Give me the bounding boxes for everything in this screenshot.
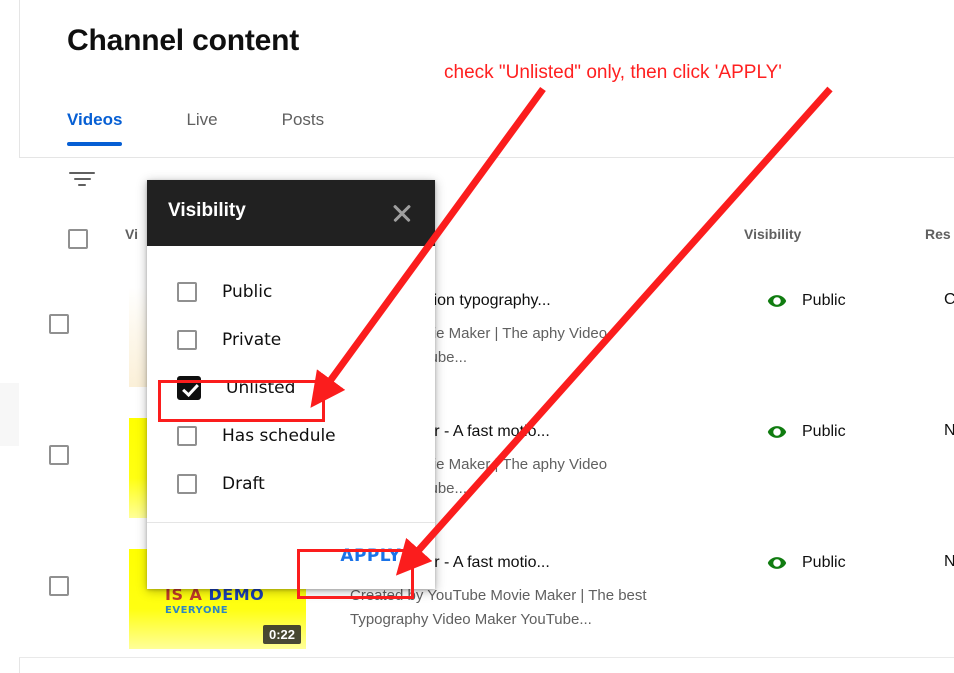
row-visibility-label: Public xyxy=(802,554,846,571)
option-private[interactable]: Private xyxy=(147,316,435,364)
checkbox-private[interactable] xyxy=(177,330,197,350)
dialog-header: Visibility xyxy=(147,180,435,246)
option-label-public: Public xyxy=(222,282,273,302)
row-restrictions-cell: Non xyxy=(944,553,954,570)
video-duration-badge: 0:22 xyxy=(262,625,301,644)
column-header-video[interactable]: Vi xyxy=(125,226,138,242)
column-header-restrictions[interactable]: Res xyxy=(925,226,951,242)
checkbox-draft[interactable] xyxy=(177,474,197,494)
screenshot-root: Channel content Videos Live Posts Vi Vis… xyxy=(0,0,954,673)
option-label-draft: Draft xyxy=(222,474,265,494)
sidebar-highlight xyxy=(0,383,19,446)
row-visibility-label: Public xyxy=(802,292,846,309)
option-public[interactable]: Public xyxy=(147,268,435,316)
dialog-title: Visibility xyxy=(168,200,246,221)
annotation-text: check "Unlisted" only, then click 'APPLY… xyxy=(444,62,782,83)
row-restrictions-cell: Cop xyxy=(944,291,954,308)
thumbnail-text-line2: EVERYONE xyxy=(165,605,229,616)
tab-videos[interactable]: Videos xyxy=(67,110,123,146)
eye-icon xyxy=(767,426,787,438)
eye-icon xyxy=(767,557,787,569)
eye-icon xyxy=(767,295,787,307)
content-tabs: Videos Live Posts xyxy=(67,110,388,146)
row-restrictions-cell: Non xyxy=(944,422,954,439)
select-all-checkbox[interactable] xyxy=(68,229,88,249)
option-draft[interactable]: Draft xyxy=(147,460,435,508)
page-title: Channel content xyxy=(67,24,300,57)
row-checkbox[interactable] xyxy=(49,445,69,465)
option-label-private: Private xyxy=(222,330,282,350)
row-visibility-cell: Public xyxy=(767,422,846,442)
row-visibility-label: Public xyxy=(802,423,846,440)
column-header-visibility[interactable]: Visibility xyxy=(744,226,801,242)
close-icon[interactable] xyxy=(389,200,415,226)
option-label-has-schedule: Has schedule xyxy=(222,426,336,446)
row-visibility-cell: Public xyxy=(767,291,846,311)
filter-icon[interactable] xyxy=(67,172,97,192)
row-checkbox[interactable] xyxy=(49,576,69,596)
annotation-highlight-unlisted xyxy=(158,380,325,422)
left-sidebar-rail xyxy=(0,0,20,673)
row-visibility-cell: Public xyxy=(767,553,846,573)
checkbox-public[interactable] xyxy=(177,282,197,302)
tab-posts[interactable]: Posts xyxy=(282,110,325,146)
annotation-highlight-apply xyxy=(297,549,414,599)
checkbox-has-schedule[interactable] xyxy=(177,426,197,446)
tab-live[interactable]: Live xyxy=(186,110,217,146)
row-checkbox[interactable] xyxy=(49,314,69,334)
